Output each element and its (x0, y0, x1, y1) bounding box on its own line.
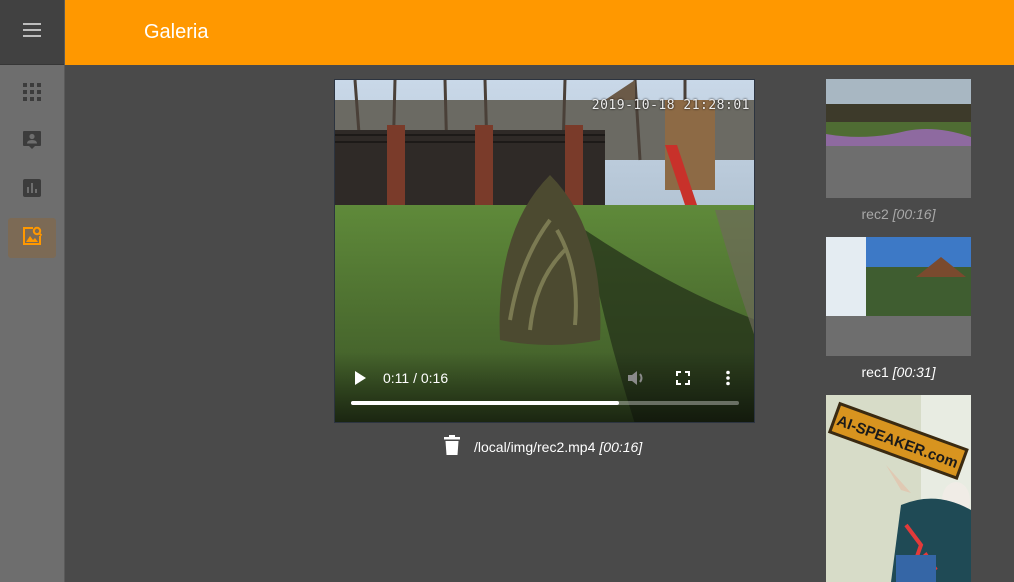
gallery-item-photo[interactable]: AI-SPEAKER.com (826, 395, 971, 582)
more-options-icon[interactable] (725, 370, 731, 391)
thumbnail-name: rec1 (861, 364, 889, 380)
sidebar-item-charts[interactable] (8, 170, 56, 210)
video-controls: 0:11 / 0:16 (335, 352, 754, 422)
video-progress-bar[interactable] (351, 401, 739, 405)
thumbnail-name: rec2 (861, 206, 889, 222)
thumbnail-caption: rec2 [00:16] (826, 206, 971, 222)
delete-icon[interactable] (444, 434, 460, 460)
sidebar (0, 0, 65, 582)
thumbnail-image (826, 237, 971, 356)
thumbnail-duration: [00:16] (892, 206, 936, 222)
thumbnail-image: AI-SPEAKER.com (826, 395, 971, 582)
thumbnail-caption: rec1 [00:31] (826, 364, 971, 380)
play-icon[interactable] (353, 370, 367, 391)
app-header: Galeria (65, 0, 1014, 65)
fullscreen-icon[interactable] (675, 370, 691, 391)
video-timestamp: 2019-10-18 21:28:01 (591, 98, 750, 113)
volume-icon[interactable] (627, 370, 645, 391)
sidebar-item-contacts[interactable] (8, 122, 56, 162)
sidebar-item-gallery[interactable] (8, 218, 56, 258)
menu-icon[interactable] (23, 22, 41, 42)
sidebar-item-apps[interactable] (8, 74, 56, 114)
sidebar-header (0, 0, 64, 65)
current-file-path: /local/img/rec2.mp4 (474, 439, 596, 455)
gallery-item-rec1[interactable]: rec1 [00:31] (826, 237, 971, 380)
current-file-duration: [00:16] (599, 439, 643, 455)
current-file-row: /local/img/rec2.mp4 [00:16] (444, 434, 643, 460)
apps-grid-icon (23, 82, 41, 106)
video-progress-fill (351, 401, 619, 405)
video-player[interactable]: 2019-10-18 21:28:01 0:11 / 0:16 (334, 79, 755, 423)
chart-icon (23, 178, 41, 202)
gallery-item-rec2[interactable]: rec2 [00:16] (826, 79, 971, 222)
gallery-icon (22, 226, 43, 251)
video-time: 0:11 / 0:16 (383, 370, 449, 386)
thumbnail-image (826, 79, 971, 198)
page-title: Galeria (144, 21, 209, 43)
contact-icon (22, 130, 42, 155)
thumbnail-duration: [00:31] (892, 364, 936, 380)
